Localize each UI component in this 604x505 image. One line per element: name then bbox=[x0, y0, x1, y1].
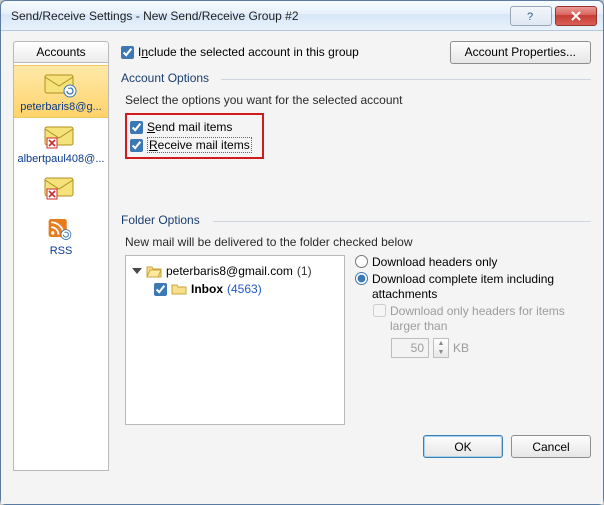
folder-options-desc: New mail will be delivered to the folder… bbox=[125, 235, 591, 249]
accounts-sidebar: Accounts peterbaris8@g... bbox=[13, 41, 109, 471]
account-item-rss[interactable]: RSS bbox=[14, 208, 108, 261]
account-properties-button[interactable]: Account Properties... bbox=[450, 41, 591, 64]
send-mail-label: Send mail items bbox=[147, 120, 232, 134]
account-item-albertpaul408[interactable]: albertpaul408@... bbox=[14, 118, 108, 169]
folder-open-icon bbox=[146, 264, 162, 278]
accounts-list: peterbaris8@g... albertpaul408@... bbox=[13, 63, 109, 471]
send-mail-checkbox[interactable] bbox=[130, 121, 143, 134]
titlebar[interactable]: Send/Receive Settings - New Send/Receive… bbox=[1, 1, 603, 31]
tree-root-count: (1) bbox=[297, 264, 312, 278]
tree-root[interactable]: peterbaris8@gmail.com (1) bbox=[132, 262, 338, 280]
receive-mail-checkbox[interactable] bbox=[130, 139, 143, 152]
rss-refresh-icon bbox=[47, 214, 75, 242]
radio-complete[interactable]: Download complete item including attachm… bbox=[355, 272, 591, 302]
help-button[interactable]: ? bbox=[510, 6, 552, 26]
spinner-arrows[interactable]: ▲▼ bbox=[433, 338, 449, 358]
folder-tree[interactable]: peterbaris8@gmail.com (1) Inbox (4563) bbox=[125, 255, 345, 425]
highlight-box: Send mail items Receive mail items bbox=[125, 113, 264, 159]
account-options-group: Account Options Select the options you w… bbox=[121, 71, 591, 159]
radio-complete-input[interactable] bbox=[355, 272, 368, 285]
ok-button[interactable]: OK bbox=[423, 435, 503, 458]
include-account-checkbox[interactable]: Include the selected account in this gro… bbox=[121, 45, 359, 59]
cancel-button[interactable]: Cancel bbox=[511, 435, 591, 458]
account-label: albertpaul408@... bbox=[17, 153, 104, 165]
mail-error-icon bbox=[44, 124, 78, 150]
window-title: Send/Receive Settings - New Send/Receive… bbox=[11, 9, 507, 23]
account-label: peterbaris8@g... bbox=[20, 101, 102, 113]
include-account-input[interactable] bbox=[121, 46, 134, 59]
tree-root-name: peterbaris8@gmail.com bbox=[166, 264, 293, 278]
close-button[interactable] bbox=[555, 6, 597, 26]
main-panel: Include the selected account in this gro… bbox=[121, 41, 591, 458]
size-input[interactable] bbox=[391, 338, 429, 358]
mail-refresh-icon bbox=[44, 72, 78, 98]
tree-child-inbox[interactable]: Inbox (4563) bbox=[132, 280, 338, 298]
account-label: RSS bbox=[50, 245, 73, 257]
folder-icon bbox=[171, 283, 187, 295]
client-area: Accounts peterbaris8@g... bbox=[1, 31, 603, 504]
inbox-name: Inbox bbox=[191, 282, 223, 296]
account-item-peterbaris8[interactable]: peterbaris8@g... bbox=[14, 65, 108, 118]
dialog-window: Send/Receive Settings - New Send/Receive… bbox=[0, 0, 604, 505]
folder-options-group: Folder Options New mail will be delivere… bbox=[121, 213, 591, 425]
mail-error-icon bbox=[44, 175, 78, 201]
account-options-legend: Account Options bbox=[121, 71, 591, 85]
account-item-blurred[interactable] bbox=[14, 169, 108, 208]
receive-mail-label: Receive mail items bbox=[147, 137, 252, 153]
checkbox-only-headers-large[interactable]: Download only headers for items larger t… bbox=[373, 304, 591, 334]
dialog-footer: OK Cancel bbox=[121, 425, 591, 458]
size-unit: KB bbox=[453, 341, 469, 355]
inbox-count: (4563) bbox=[227, 282, 262, 296]
accounts-tab[interactable]: Accounts bbox=[13, 41, 109, 63]
expand-icon[interactable] bbox=[132, 268, 142, 274]
size-spinner: ▲▼ KB bbox=[373, 338, 469, 358]
inbox-checkbox[interactable] bbox=[154, 283, 167, 296]
only-headers-large-input[interactable] bbox=[373, 304, 386, 317]
download-options: Download headers only Download complete … bbox=[355, 255, 591, 425]
folder-options-legend: Folder Options bbox=[121, 213, 591, 227]
radio-headers-only[interactable]: Download headers only bbox=[355, 255, 591, 270]
account-options-desc: Select the options you want for the sele… bbox=[125, 93, 591, 107]
svg-text:?: ? bbox=[527, 11, 533, 22]
include-label: Include the selected account in this gro… bbox=[138, 45, 359, 59]
radio-headers-only-input[interactable] bbox=[355, 255, 368, 268]
